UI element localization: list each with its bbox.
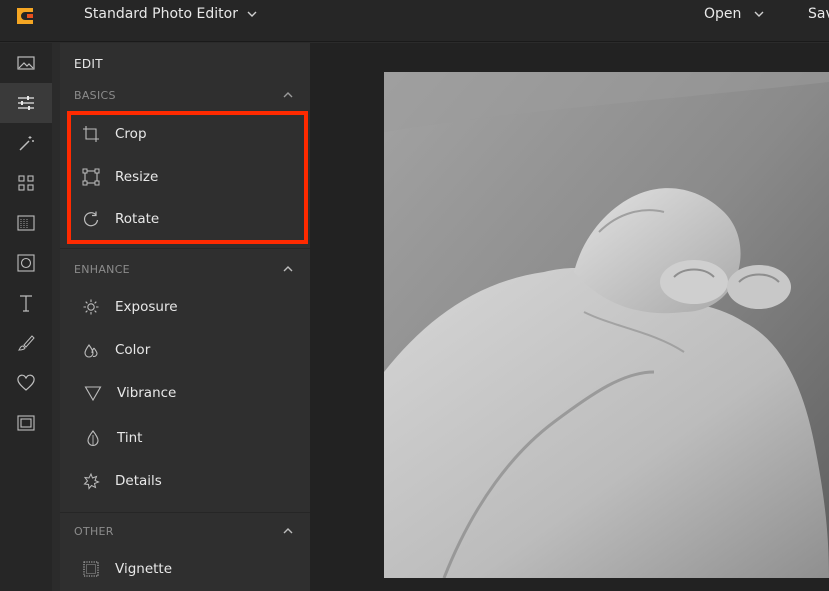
tool-color-label: Color (115, 342, 151, 358)
tool-vibrance[interactable]: Vibrance (60, 373, 310, 413)
rail-frames-button[interactable] (0, 243, 52, 283)
tool-tint-label: Tint (117, 430, 143, 446)
tint-drop-icon (87, 430, 99, 446)
section-enhance-label[interactable]: ENHANCE (74, 263, 130, 276)
vignette-icon (83, 561, 99, 577)
panel-title: EDIT (74, 57, 103, 71)
details-icon (83, 472, 100, 490)
open-label: Open (704, 6, 742, 22)
rail-effects-button[interactable] (0, 123, 52, 163)
brush-icon (17, 335, 35, 351)
image-icon (17, 56, 35, 70)
tool-tint[interactable]: Tint (60, 418, 310, 458)
chevron-up-icon[interactable] (282, 263, 294, 275)
grid-icon (18, 175, 34, 191)
tool-vignette[interactable]: Vignette (60, 549, 310, 589)
frame-icon (17, 254, 35, 272)
heart-icon (17, 374, 35, 391)
tool-details-label: Details (115, 473, 162, 489)
rail-borders-button[interactable] (0, 403, 52, 443)
chevron-up-icon[interactable] (282, 89, 294, 101)
rail-text-button[interactable] (0, 283, 52, 323)
rail-layouts-button[interactable] (0, 163, 52, 203)
rail-paint-button[interactable] (0, 323, 52, 363)
rail-stickers-button[interactable] (0, 363, 52, 403)
chevron-down-icon (754, 11, 764, 17)
rail-adjust-button[interactable] (0, 83, 52, 123)
tool-vignette-label: Vignette (115, 561, 173, 577)
text-icon (20, 295, 32, 312)
color-drops-icon (84, 344, 98, 358)
tool-exposure[interactable]: Exposure (60, 287, 310, 327)
chevron-down-icon (247, 11, 257, 17)
border-icon (17, 415, 35, 431)
tool-vibrance-label: Vibrance (117, 385, 177, 401)
tool-exposure-label: Exposure (115, 299, 178, 315)
photo-image (384, 72, 829, 578)
app-title: Standard Photo Editor (84, 6, 238, 22)
app-logo-icon[interactable] (14, 5, 36, 27)
top-bar: Standard Photo Editor Open Save (0, 0, 829, 42)
tool-details[interactable]: Details (60, 461, 310, 501)
vibrance-triangle-icon (84, 386, 102, 402)
highlight-box (67, 111, 308, 244)
section-divider (60, 512, 310, 513)
photo-canvas[interactable] (384, 72, 829, 578)
save-button[interactable]: Save (808, 6, 829, 22)
texture-icon (17, 215, 35, 231)
rail-image-button[interactable] (0, 43, 52, 83)
sun-icon (83, 299, 99, 315)
section-basics-label[interactable]: BASICS (74, 89, 116, 102)
rail-textures-button[interactable] (0, 203, 52, 243)
tool-rail (0, 43, 52, 591)
open-dropdown[interactable]: Open (704, 6, 765, 22)
panel-header: EDIT (60, 43, 310, 85)
magic-wand-icon (19, 136, 34, 151)
editor-mode-dropdown[interactable]: Standard Photo Editor (84, 6, 258, 22)
section-other-label[interactable]: OTHER (74, 525, 114, 538)
tool-color[interactable]: Color (60, 330, 310, 370)
sliders-icon (18, 96, 34, 110)
section-divider (60, 248, 310, 249)
chevron-up-icon[interactable] (282, 525, 294, 537)
